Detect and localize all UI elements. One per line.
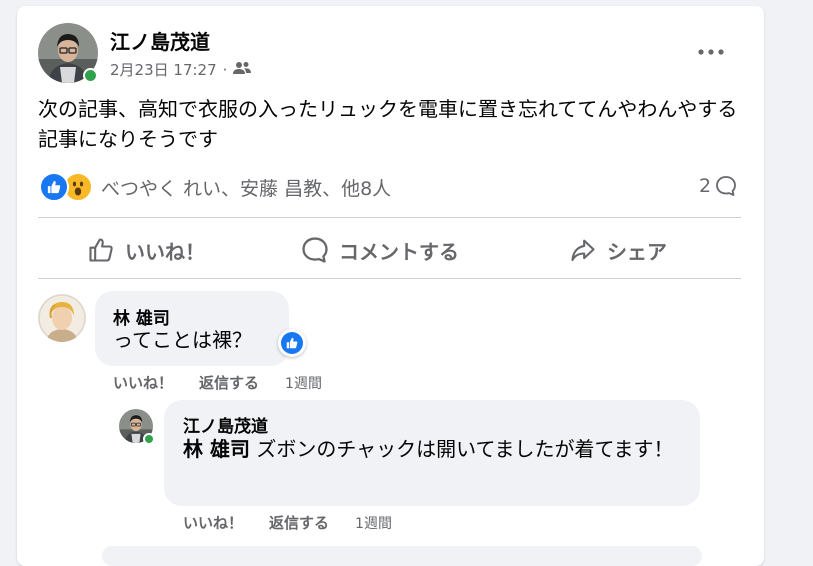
like-button-label: いいね！ <box>125 239 205 264</box>
reply-body: ズボンのチャックは開いてましたが着てます！ <box>249 437 674 461</box>
comment-like-link[interactable]: いいね！ <box>113 372 173 393</box>
comment-button-label: コメントする <box>339 239 459 264</box>
divider-bottom <box>38 278 741 279</box>
comment-button[interactable]: コメントする <box>301 228 459 272</box>
share-button[interactable]: シェア <box>569 228 667 272</box>
post-card: 江ノ島茂道 2月23日 17:27 · 次の記事、高知で衣服の入ったリュックを電… <box>17 6 764 566</box>
like-icon <box>281 332 303 354</box>
commenter-avatar[interactable] <box>38 294 86 342</box>
comment-text: ってことは裸？ <box>113 328 252 352</box>
like-icon <box>39 172 69 202</box>
share-button-label: シェア <box>607 239 667 264</box>
reply-text: 林 雄司 ズボンのチャックは開いてましたが着てます！ <box>183 434 683 464</box>
reply-actions: いいね！ 返信する 1週間 <box>183 512 392 533</box>
comment-reply-link[interactable]: 返信する <box>199 372 259 393</box>
comment-time[interactable]: 1週間 <box>285 373 322 393</box>
comment-count-number: 2 <box>699 175 712 197</box>
reply-reply-link[interactable]: 返信する <box>269 512 329 533</box>
reply-mention[interactable]: 林 雄司 <box>183 437 250 461</box>
meta-separator: · <box>222 60 228 79</box>
post-author-name[interactable]: 江ノ島茂道 <box>110 26 210 55</box>
post-timestamp[interactable]: 2月23日 17:27 <box>110 59 217 80</box>
online-status-dot <box>83 68 98 83</box>
next-comment-bubble <box>102 546 702 566</box>
comment-count[interactable]: 2 <box>699 175 737 197</box>
online-status-dot <box>143 433 155 445</box>
divider-top <box>38 217 741 218</box>
more-options-icon[interactable] <box>693 34 729 70</box>
post-body-text: 次の記事、高知で衣服の入ったリュックを電車に置き忘れててんやわんやする記事になり… <box>38 97 738 151</box>
comment-reaction-badge[interactable] <box>278 329 306 357</box>
comment-actions: いいね！ 返信する 1週間 <box>113 372 322 393</box>
commenter-avatar-image <box>38 294 86 342</box>
reply-time[interactable]: 1週間 <box>355 513 392 533</box>
post-meta: 2月23日 17:27 · <box>110 59 252 80</box>
reaction-names[interactable]: べつやく れい、安藤 昌教、他8人 <box>101 174 391 201</box>
reply-author-avatar[interactable] <box>119 409 155 445</box>
like-button[interactable]: いいね！ <box>87 228 205 272</box>
reply-like-link[interactable]: いいね！ <box>183 512 243 533</box>
reaction-summary[interactable]: べつやく れい、安藤 昌教、他8人 <box>39 172 391 202</box>
author-avatar[interactable] <box>38 23 98 83</box>
share-icon <box>571 239 595 261</box>
friends-icon[interactable] <box>233 61 252 79</box>
comment-bubble-icon <box>716 176 736 196</box>
comment-icon <box>302 237 328 263</box>
thumbs-up-icon <box>89 238 113 262</box>
